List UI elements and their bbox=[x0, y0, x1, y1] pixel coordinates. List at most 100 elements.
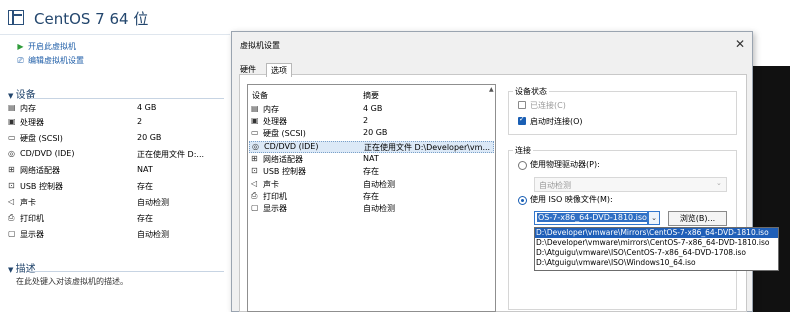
iso-option[interactable]: D:\Atguigu\vmware\ISO\CentOS-7-x86_64-DV… bbox=[535, 248, 778, 258]
physical-drive-radio[interactable] bbox=[518, 161, 527, 170]
device-summary: 自动检测 bbox=[137, 198, 169, 207]
printer-icon: ⎙ bbox=[251, 191, 258, 200]
list-row-disk[interactable]: ▭ 硬盘 (SCSI) 20 GB bbox=[249, 128, 494, 140]
description-text[interactable]: 在此处键入对该虚拟机的描述。 bbox=[16, 276, 128, 287]
memory-icon: ▤ bbox=[8, 103, 16, 112]
cpu-icon: ▣ bbox=[8, 117, 16, 126]
cpu-icon: ▣ bbox=[251, 116, 259, 125]
device-name: 声卡 bbox=[20, 198, 36, 207]
iso-path-input[interactable]: OS-7-x86_64-DVD-1810.iso bbox=[534, 211, 648, 225]
list-row-name: 打印机 bbox=[263, 192, 287, 201]
physical-drive-select[interactable]: 自动检测 bbox=[534, 177, 727, 192]
display-icon: ▢ bbox=[8, 229, 16, 238]
cd-icon: ◎ bbox=[252, 142, 259, 151]
connection-title: 连接 bbox=[513, 145, 533, 156]
physical-drive-label: 使用物理驱动器(P): bbox=[530, 160, 600, 169]
iso-option[interactable]: D:\Developer\vmware\mirrors\CentOS-7-x86… bbox=[535, 238, 778, 248]
connected-checkbox[interactable] bbox=[518, 101, 526, 109]
device-row-cpu[interactable]: ▣ 处理器 2 bbox=[8, 117, 220, 130]
device-summary: 4 GB bbox=[137, 103, 157, 112]
device-status-group bbox=[508, 91, 737, 135]
iso-option[interactable]: D:\Atguigu\vmware\ISO\Windows10_64.iso bbox=[535, 258, 778, 268]
device-name: CD/DVD (IDE) bbox=[20, 149, 75, 158]
edit-settings-action[interactable]: ⎚ 编辑虚拟机设置 bbox=[16, 55, 84, 66]
list-row-cpu[interactable]: ▣ 处理器 2 bbox=[249, 116, 494, 128]
connect-on-power-label: 启动时连接(O) bbox=[530, 117, 583, 126]
chevron-down-icon[interactable]: ⌄ bbox=[648, 211, 660, 225]
list-header-device[interactable]: 设备 bbox=[252, 90, 268, 101]
device-row-sound[interactable]: ◁ 声卡 自动检测 bbox=[8, 197, 220, 210]
connect-on-power-checkbox[interactable] bbox=[518, 115, 526, 125]
device-summary: 2 bbox=[137, 117, 143, 126]
device-row-cd[interactable]: ◎ CD/DVD (IDE) 正在使用文件 D:... bbox=[8, 149, 220, 162]
chevron-down-icon: ⌄ bbox=[716, 179, 722, 187]
device-name: 处理器 bbox=[20, 118, 44, 127]
device-summary: 存在 bbox=[137, 214, 153, 223]
power-on-label: 开启此虚拟机 bbox=[28, 42, 76, 51]
list-row-display[interactable]: ▢ 显示器 自动检测 bbox=[249, 203, 494, 215]
list-row-name: 处理器 bbox=[263, 117, 287, 126]
sound-icon: ◁ bbox=[8, 197, 15, 206]
list-row-name: USB 控制器 bbox=[263, 167, 306, 176]
disk-icon: ▭ bbox=[8, 133, 16, 142]
iso-path-value: OS-7-x86_64-DVD-1810.iso bbox=[537, 213, 647, 222]
list-row-sound[interactable]: ◁ 声卡 自动检测 bbox=[249, 179, 494, 191]
device-row-printer[interactable]: ⎙ 打印机 存在 bbox=[8, 213, 220, 226]
vm-console-area bbox=[752, 66, 790, 312]
memory-icon: ▤ bbox=[251, 104, 259, 113]
list-row-name: CD/DVD (IDE) bbox=[264, 142, 319, 151]
description-section-header[interactable]: ▼ 描述 bbox=[8, 260, 36, 275]
iso-image-label: 使用 ISO 映像文件(M): bbox=[530, 195, 613, 204]
device-name: 内存 bbox=[20, 104, 36, 113]
connected-label: 已连接(C) bbox=[530, 101, 566, 110]
devices-section-title: 设备 bbox=[15, 90, 36, 101]
close-icon[interactable]: ✕ bbox=[735, 37, 745, 51]
list-row-printer[interactable]: ⎙ 打印机 存在 bbox=[249, 191, 494, 203]
list-row-name: 声卡 bbox=[263, 180, 279, 189]
section-divider bbox=[30, 271, 224, 272]
device-row-network[interactable]: ⊞ 网络适配器 NAT bbox=[8, 165, 220, 178]
play-icon: ▶ bbox=[17, 42, 24, 51]
list-row-network[interactable]: ⊞ 网络适配器 NAT bbox=[249, 154, 494, 166]
list-row-summary: 4 GB bbox=[363, 104, 383, 113]
list-row-name: 硬盘 (SCSI) bbox=[263, 129, 306, 138]
dialog-title: 虚拟机设置 bbox=[240, 41, 280, 50]
device-row-memory[interactable]: ▤ 内存 4 GB bbox=[8, 103, 220, 116]
scroll-up-icon[interactable]: ▲ bbox=[489, 86, 494, 93]
list-row-summary: 自动检测 bbox=[363, 204, 395, 213]
device-summary: 20 GB bbox=[137, 133, 162, 142]
section-divider bbox=[30, 98, 224, 99]
list-row-summary: 正在使用文件 D:\Developer\vm... bbox=[364, 143, 491, 152]
device-name: 硬盘 (SCSI) bbox=[20, 134, 63, 143]
edit-settings-icon: ⎚ bbox=[17, 56, 24, 65]
iso-option[interactable]: D:\Developer\vmware\Mirrors\CentOS-7-x86… bbox=[535, 228, 778, 238]
device-summary: 存在 bbox=[137, 182, 153, 191]
browse-button[interactable]: 浏览(B)... bbox=[668, 211, 727, 226]
network-icon: ⊞ bbox=[8, 165, 15, 174]
list-header-summary[interactable]: 摘要 bbox=[363, 90, 379, 101]
list-row-name: 网络适配器 bbox=[263, 155, 303, 164]
device-row-disk[interactable]: ▭ 硬盘 (SCSI) 20 GB bbox=[8, 133, 220, 146]
list-row-memory[interactable]: ▤ 内存 4 GB bbox=[249, 104, 494, 116]
list-row-cd[interactable]: ◎ CD/DVD (IDE) 正在使用文件 D:\Developer\vm... bbox=[249, 141, 494, 153]
iso-image-radio[interactable] bbox=[518, 196, 527, 205]
device-row-usb[interactable]: ⊡ USB 控制器 存在 bbox=[8, 181, 220, 194]
tab-options[interactable]: 选项 bbox=[266, 63, 292, 77]
vm-icon bbox=[8, 10, 24, 25]
device-status-title: 设备状态 bbox=[513, 86, 549, 97]
vm-title: CentOS 7 64 位 bbox=[34, 10, 149, 28]
device-row-display[interactable]: ▢ 显示器 自动检测 bbox=[8, 229, 220, 242]
device-summary: 正在使用文件 D:... bbox=[137, 150, 205, 159]
device-name: 网络适配器 bbox=[20, 166, 60, 175]
power-on-action[interactable]: ▶ 开启此虚拟机 bbox=[16, 41, 76, 52]
edit-settings-label: 编辑虚拟机设置 bbox=[28, 56, 84, 65]
display-icon: ▢ bbox=[251, 203, 259, 212]
list-row-summary: 自动检测 bbox=[363, 180, 395, 189]
description-section-title: 描述 bbox=[15, 264, 36, 275]
disk-icon: ▭ bbox=[251, 128, 259, 137]
list-row-usb[interactable]: ⊡ USB 控制器 存在 bbox=[249, 166, 494, 178]
cd-icon: ◎ bbox=[8, 149, 15, 158]
printer-icon: ⎙ bbox=[8, 213, 15, 222]
list-row-summary: 20 GB bbox=[363, 128, 388, 137]
usb-icon: ⊡ bbox=[8, 181, 15, 190]
